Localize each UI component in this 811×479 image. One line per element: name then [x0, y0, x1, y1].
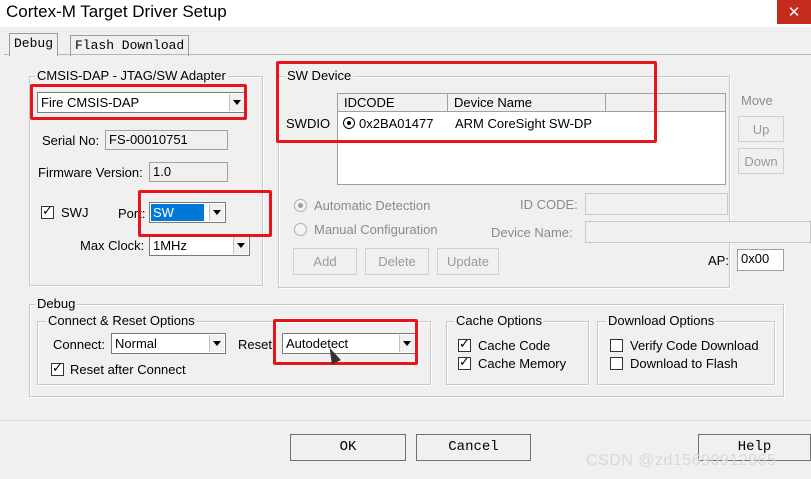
chevron-down-icon: [233, 237, 248, 254]
connect-reset-legend: Connect & Reset Options: [46, 313, 197, 328]
download-group: [597, 321, 775, 385]
verify-download-label: Verify Code Download: [630, 338, 759, 353]
adapter-select-value: Fire CMSIS-DAP: [41, 95, 140, 110]
device-table: IDCODE Device Name 0x2BA01477 ARM CoreSi…: [337, 93, 726, 185]
connect-select-value: Normal: [115, 336, 157, 351]
adapter-legend: CMSIS-DAP - JTAG/SW Adapter: [35, 68, 228, 83]
move-label: Move: [741, 93, 773, 108]
chevron-down-icon: [209, 335, 224, 352]
chevron-down-icon: [229, 94, 244, 111]
port-label: Port:: [118, 206, 146, 221]
tab-flash-download[interactable]: Flash Download: [70, 35, 190, 56]
idcode-input[interactable]: [585, 193, 728, 215]
reset-select[interactable]: Autodetect: [282, 333, 416, 354]
cache-memory-label: Cache Memory: [478, 356, 567, 371]
manual-config-radio[interactable]: [294, 223, 307, 236]
auto-detection-label: Automatic Detection: [314, 198, 431, 213]
idcode-cell: 0x2BA01477: [359, 116, 434, 131]
device-name-label: Device Name:: [491, 225, 573, 240]
swdio-label: SWDIO: [286, 116, 331, 131]
close-icon: ✕: [787, 3, 801, 21]
serial-field: FS-00010751: [105, 130, 228, 150]
ap-input[interactable]: 0x00: [737, 249, 784, 271]
device-name-input[interactable]: [585, 221, 811, 243]
port-select[interactable]: SW: [149, 202, 226, 223]
download-to-flash-label: Download to Flash: [630, 356, 738, 371]
column-header-empty: [606, 94, 725, 112]
column-header-idcode: IDCODE: [338, 94, 448, 112]
cache-code-checkbox[interactable]: [458, 337, 471, 352]
swj-checkbox[interactable]: [41, 204, 54, 219]
clock-select-value: 1MHz: [153, 238, 187, 253]
debug-legend: Debug: [35, 296, 78, 311]
close-button[interactable]: ✕: [777, 0, 811, 24]
adapter-select[interactable]: Fire CMSIS-DAP: [37, 92, 246, 113]
reset-label: Reset:: [238, 337, 276, 352]
cache-code-label: Cache Code: [478, 338, 551, 353]
swj-label: SWJ: [61, 205, 89, 220]
verify-download-checkbox[interactable]: [610, 339, 623, 352]
cache-legend: Cache Options: [454, 313, 544, 328]
chevron-down-icon: [209, 204, 224, 221]
cache-memory-checkbox[interactable]: [458, 355, 471, 370]
update-button[interactable]: Update: [437, 248, 499, 275]
manual-config-label: Manual Configuration: [314, 222, 438, 237]
reset-select-value: Autodetect: [286, 336, 349, 351]
device-name-cell: ARM CoreSight SW-DP: [455, 116, 593, 131]
up-button[interactable]: Up: [738, 116, 784, 142]
column-header-device-name: Device Name: [448, 94, 606, 112]
window-title: Cortex-M Target Driver Setup: [6, 2, 227, 21]
firmware-label: Firmware Version:: [38, 165, 143, 180]
cache-group: [446, 321, 589, 385]
download-to-flash-checkbox[interactable]: [610, 357, 623, 370]
chevron-down-icon: [399, 335, 414, 352]
reset-after-connect-checkbox[interactable]: [51, 361, 64, 376]
connect-label: Connect:: [53, 337, 106, 352]
idcode-label: ID CODE:: [520, 197, 578, 212]
tab-debug[interactable]: Debug: [9, 33, 59, 56]
watermark: CSDN @zd15690912965: [586, 452, 777, 469]
reset-after-connect-label: Reset after Connect: [70, 362, 186, 377]
firmware-field: 1.0: [149, 162, 228, 182]
tab-panel-border: [4, 54, 811, 55]
down-button[interactable]: Down: [738, 148, 784, 174]
cancel-button[interactable]: Cancel: [416, 434, 531, 461]
ok-button[interactable]: OK: [290, 434, 406, 461]
serial-label: Serial No:: [42, 133, 100, 148]
download-legend: Download Options: [606, 313, 717, 328]
sw-device-legend: SW Device: [285, 68, 354, 83]
auto-detection-radio[interactable]: [294, 199, 307, 212]
clock-select[interactable]: 1MHz: [149, 235, 250, 256]
ap-label: AP:: [708, 253, 729, 268]
delete-button[interactable]: Delete: [365, 248, 429, 275]
clock-label: Max Clock:: [80, 238, 145, 253]
radio-selected-icon: [343, 117, 355, 129]
add-button[interactable]: Add: [293, 248, 357, 275]
table-row[interactable]: 0x2BA01477 ARM CoreSight SW-DP: [338, 114, 725, 134]
port-select-value: SW: [151, 204, 204, 221]
connect-select[interactable]: Normal: [111, 333, 226, 354]
